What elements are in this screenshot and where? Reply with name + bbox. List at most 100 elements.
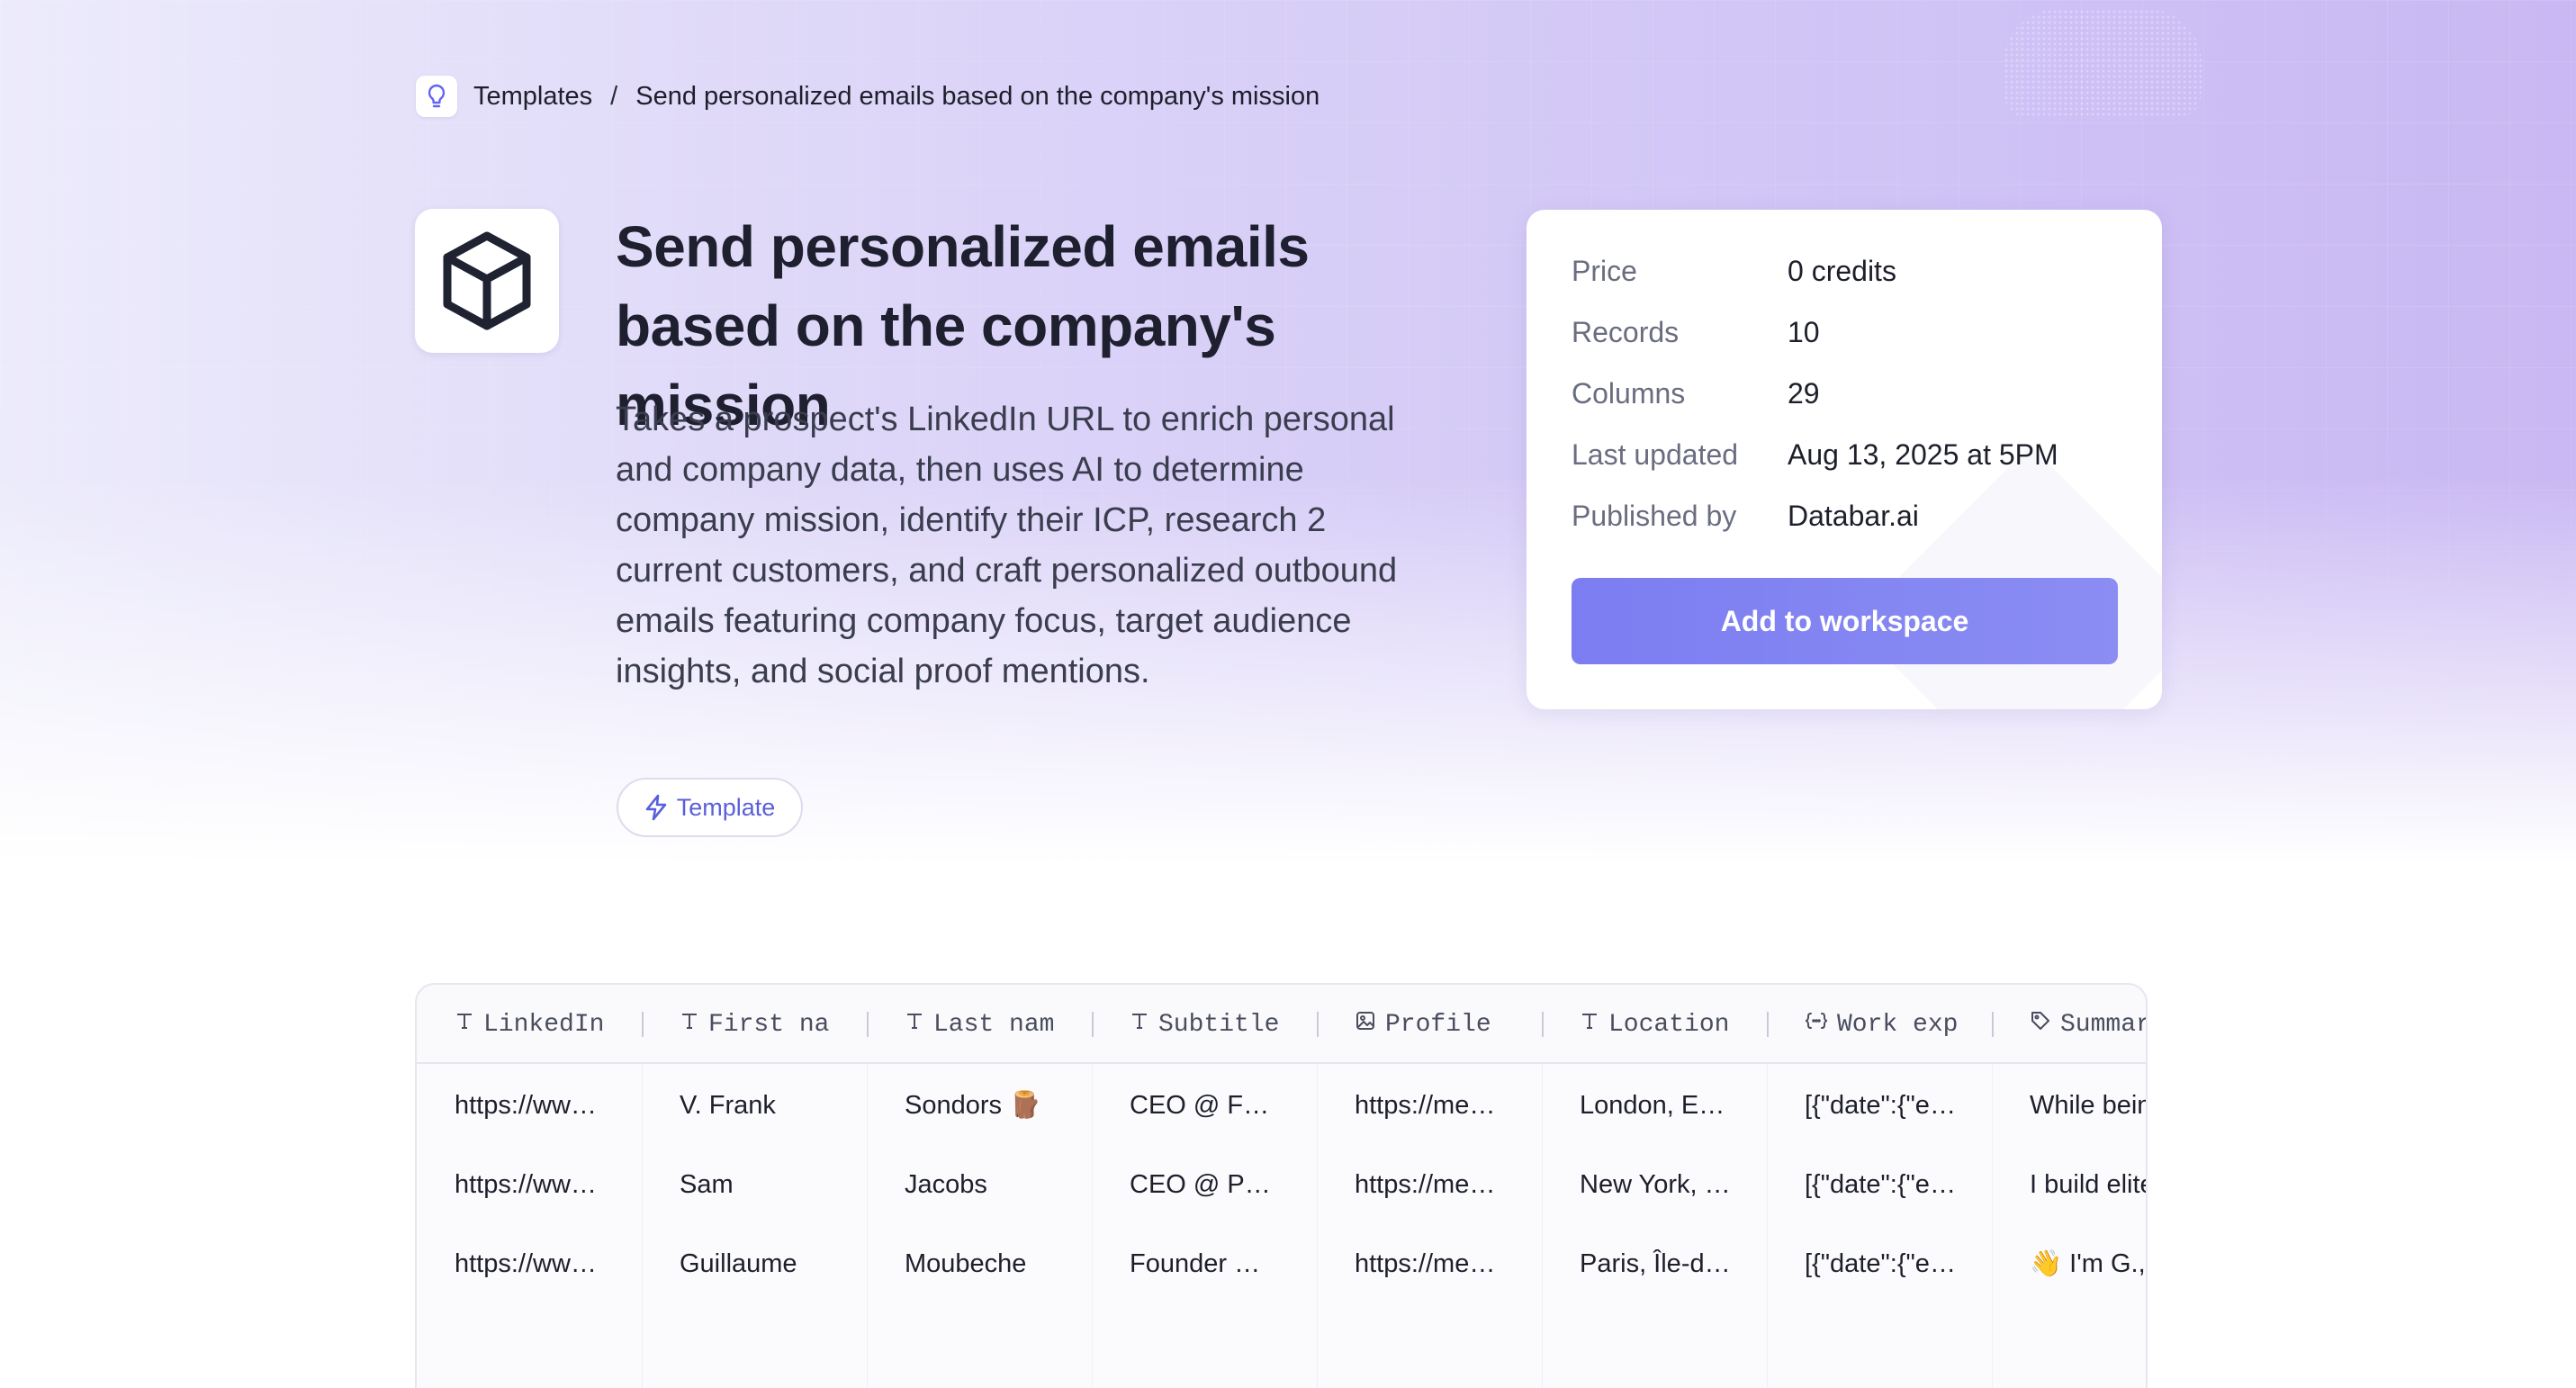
table-header: LinkedIn First na Last nam Subtitle Prof…	[417, 985, 2148, 1064]
table-cell[interactable]: https://me…	[1317, 1224, 1542, 1303]
column-header-label: Subtitle	[1158, 1010, 1280, 1039]
column-header[interactable]: Subtitle	[1092, 985, 1317, 1064]
table-row[interactable]: https://ww… Guillaume Moubeche Founder @…	[417, 1224, 2146, 1303]
info-label: Records	[1572, 316, 1680, 348]
table-cell[interactable]: Sam	[642, 1145, 867, 1224]
breadcrumb-templates-link[interactable]: Templates	[473, 82, 592, 112]
table-cell[interactable]: New York, …	[1542, 1145, 1767, 1224]
info-value: 10	[1788, 316, 1820, 348]
cell-text: Sam	[680, 1169, 734, 1199]
table-cell[interactable]: V. Frank	[642, 1066, 867, 1145]
text-type-icon	[680, 1011, 699, 1039]
page: Templates / Send personalized emails bas…	[0, 0, 2576, 1388]
table-cell[interactable]: CEO @ Pav…	[1092, 1145, 1317, 1224]
table-cell[interactable]: https://me…	[1317, 1066, 1542, 1145]
column-header[interactable]: LinkedIn	[417, 985, 642, 1064]
template-description: Takes a prospect's LinkedIn URL to enric…	[616, 401, 1398, 690]
column-header[interactable]: Summar	[1992, 985, 2148, 1064]
info-row-published-by: Published by Databar.ai	[1572, 500, 1919, 533]
breadcrumb-separator: /	[610, 81, 618, 111]
column-header-label: Location	[1608, 1010, 1730, 1039]
breadcrumb-current: Send personalized emails based on the co…	[635, 81, 1320, 111]
tag-type-icon	[2030, 1010, 2051, 1040]
cell-text: https://ww…	[455, 1248, 597, 1278]
table-cell[interactable]: https://ww…	[417, 1224, 642, 1303]
cell-text: https://ww…	[455, 1169, 597, 1199]
info-value: 0 credits	[1788, 255, 1896, 287]
cell-text: Jacobs	[905, 1169, 987, 1199]
table-cell[interactable]: London, En…	[1542, 1066, 1767, 1145]
table-cell[interactable]: 👋 I'm G.,	[1992, 1224, 2146, 1303]
table-cell[interactable]: Jacobs	[867, 1145, 1092, 1224]
table-cell[interactable]: Founder @ …	[1092, 1224, 1317, 1303]
template-info-card: Price 0 credits Records 10 Columns 29 La…	[1527, 210, 2162, 709]
preview-table: LinkedIn First na Last nam Subtitle Prof…	[415, 983, 2148, 1388]
table-cell[interactable]: Guillaume	[642, 1224, 867, 1303]
cell-text: 👋 I'm G.,	[2030, 1249, 2146, 1278]
column-header-label: First na	[708, 1010, 830, 1039]
info-value: Databar.ai	[1788, 500, 1919, 532]
table-cell[interactable]: Paris, Île-d…	[1542, 1224, 1767, 1303]
breadcrumb: Templates / Send personalized emails bas…	[416, 76, 1320, 117]
column-header-label: Summar	[2060, 1010, 2148, 1039]
text-type-icon	[1580, 1011, 1599, 1039]
cell-text: Guillaume	[680, 1248, 797, 1278]
info-row-records: Records 10	[1572, 316, 1820, 349]
table-cell[interactable]: Moubeche	[867, 1224, 1092, 1303]
lightbulb-icon[interactable]	[416, 76, 457, 117]
cell-text: CEO @ For…	[1130, 1090, 1283, 1120]
cell-text: https://me…	[1355, 1090, 1496, 1120]
column-header-label: Work exp	[1837, 1010, 1959, 1039]
template-tag[interactable]: Template	[617, 778, 803, 837]
table-cell[interactable]: While bein	[1992, 1066, 2148, 1145]
add-to-workspace-button[interactable]: Add to workspace	[1572, 578, 2118, 664]
text-type-icon	[455, 1011, 474, 1039]
cell-text: Paris, Île-d…	[1580, 1248, 1731, 1278]
column-header[interactable]: Work exp	[1767, 985, 1992, 1064]
table-cell[interactable]: https://ww…	[417, 1066, 642, 1145]
tag-label: Template	[676, 793, 776, 821]
table-cell[interactable]: https://me…	[1317, 1145, 1542, 1224]
cell-text: [{"date":{"e…	[1805, 1248, 1956, 1278]
table-cell[interactable]: [{"date":{"e…	[1767, 1066, 1992, 1145]
cell-text: Sondors 🪵	[905, 1091, 1042, 1120]
cell-text: Moubeche	[905, 1248, 1027, 1278]
cell-text: Founder @ …	[1130, 1248, 1283, 1278]
info-label: Last updated	[1572, 438, 1739, 471]
table-cell[interactable]: [{"date":{"e…	[1767, 1145, 1992, 1224]
column-header[interactable]: Location	[1542, 985, 1767, 1064]
table-row[interactable]: https://ww… Sam Jacobs CEO @ Pav… https:…	[417, 1145, 2148, 1224]
column-header-label: LinkedIn	[483, 1010, 605, 1039]
table-cell[interactable]: CEO @ For…	[1092, 1066, 1317, 1145]
info-row-columns: Columns 29	[1572, 377, 1820, 410]
cell-text: While bein	[2030, 1090, 2148, 1120]
cell-text: [{"date":{"e…	[1805, 1169, 1956, 1199]
table-cell[interactable]: https://ww…	[417, 1145, 642, 1224]
template-icon-tile	[415, 209, 559, 353]
image-type-icon	[1355, 1010, 1376, 1040]
info-row-last-updated: Last updated Aug 13, 2025 at 5PM	[1572, 438, 2058, 472]
column-header[interactable]: First na	[642, 985, 867, 1064]
json-type-icon	[1805, 1011, 1828, 1039]
column-header-label: Last nam	[933, 1010, 1055, 1039]
text-type-icon	[905, 1011, 924, 1039]
column-header[interactable]: Profile	[1317, 985, 1542, 1064]
column-header[interactable]: Last nam	[867, 985, 1092, 1064]
cell-text: New York, …	[1580, 1169, 1731, 1199]
table-cell[interactable]: I build elite	[1992, 1145, 2148, 1224]
table-cell[interactable]: Sondors 🪵	[867, 1066, 1092, 1145]
cell-text: I build elite	[2030, 1169, 2148, 1199]
cell-text: V. Frank	[680, 1090, 776, 1120]
table-row[interactable]: https://ww… V. Frank Sondors 🪵 CEO @ For…	[417, 1066, 2148, 1145]
cell-text: [{"date":{"e…	[1805, 1090, 1956, 1120]
table-cell[interactable]: [{"date":{"e…	[1767, 1224, 1992, 1303]
info-value: Aug 13, 2025 at 5PM	[1788, 438, 2058, 471]
text-type-icon	[1130, 1011, 1149, 1039]
cell-text: https://me…	[1355, 1248, 1496, 1278]
cell-text: https://me…	[1355, 1169, 1496, 1199]
cell-text: https://ww…	[455, 1090, 597, 1120]
column-header-label: Profile	[1385, 1010, 1491, 1039]
cube-icon	[443, 231, 531, 330]
info-label: Price	[1572, 255, 1637, 287]
cell-text: CEO @ Pav…	[1130, 1169, 1283, 1199]
